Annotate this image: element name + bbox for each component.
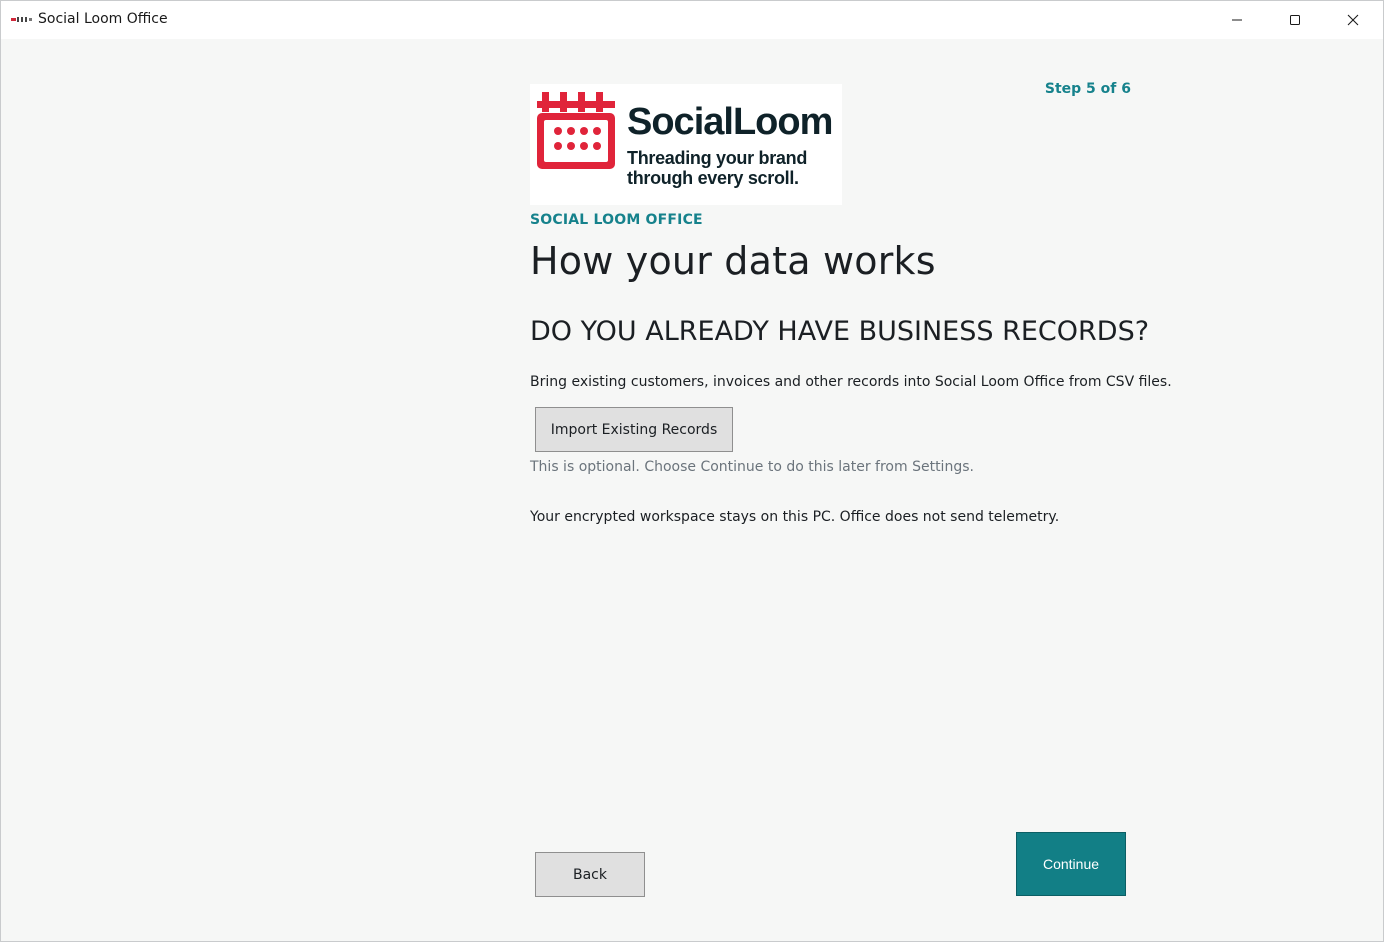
logo-tagline-line2: through every scroll. (627, 168, 799, 188)
import-records-button[interactable]: Import Existing Records (535, 407, 733, 452)
back-button[interactable]: Back (535, 852, 645, 897)
minimize-icon (1232, 19, 1242, 21)
logo-tagline-line1: Threading your brand (627, 148, 808, 168)
step-indicator: Step 5 of 6 (1044, 81, 1131, 97)
optional-hint: This is optional. Choose Continue to do … (530, 459, 974, 475)
logo-wordmark: SocialLoom (627, 101, 833, 143)
title-bar[interactable]: Social Loom Office (1, 1, 1383, 39)
minimize-button[interactable] (1208, 1, 1266, 39)
maximize-button[interactable] (1266, 1, 1324, 39)
loom-icon (537, 92, 615, 169)
logo-tagline: Threading your brand through every scrol… (627, 148, 807, 188)
close-button[interactable] (1324, 1, 1382, 39)
section-heading: DO YOU ALREADY HAVE BUSINESS RECORDS? (530, 316, 1150, 347)
brand-label: SOCIAL LOOM OFFICE (530, 212, 703, 228)
brand-logo: SocialLoom Threading your brand through … (530, 84, 842, 205)
section-description: Bring existing customers, invoices and o… (530, 374, 1172, 390)
page-title: How your data works (530, 239, 936, 283)
app-window: Social Loom Office SocialLoom Threading … (0, 0, 1384, 942)
wizard-page: SocialLoom Threading your brand through … (1, 39, 1383, 942)
privacy-note: Your encrypted workspace stays on this P… (530, 509, 1060, 525)
maximize-icon (1290, 15, 1300, 25)
window-title: Social Loom Office (38, 11, 168, 27)
continue-button[interactable]: Continue (1016, 832, 1126, 896)
close-icon (1347, 14, 1359, 26)
app-icon (11, 17, 32, 22)
